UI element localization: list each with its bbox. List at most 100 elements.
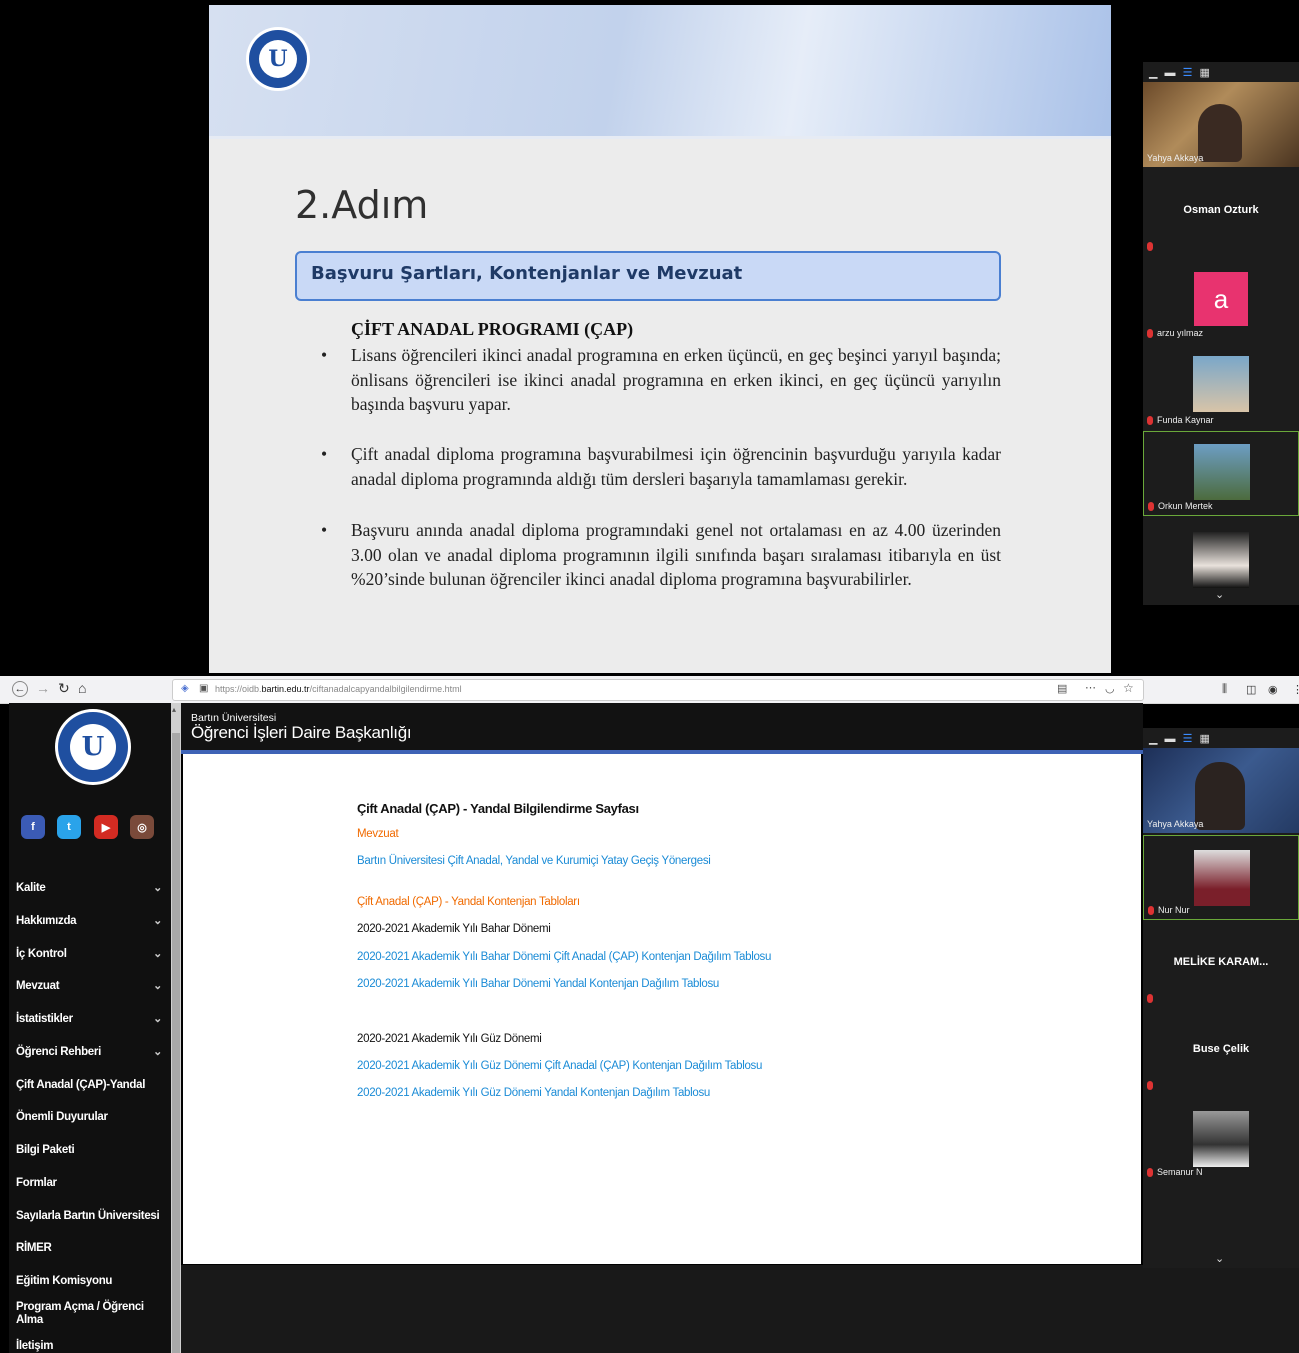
menu-icon[interactable]: ⋮ <box>1292 683 1299 696</box>
header-department-name: Öğrenci İşleri Daire Başkanlığı <box>191 723 412 742</box>
address-bar[interactable]: ◈ ▣ https://oidb.bartin.edu.tr/ciftanada… <box>172 679 1144 701</box>
slide-box-heading-text: Başvuru Şartları, Kontenjanlar ve Mevzua… <box>311 263 743 284</box>
speaker-view-icon[interactable]: ☰ <box>1183 67 1193 79</box>
page-footer-band <box>181 1265 1299 1353</box>
participant-tile[interactable]: Funda Kaynar <box>1143 344 1299 429</box>
site-logo[interactable]: U <box>55 709 131 785</box>
instagram-icon[interactable]: ◎ <box>130 815 154 839</box>
bahar-cap-link[interactable]: 2020-2021 Akademik Yılı Bahar Dönemi Çif… <box>357 951 771 963</box>
participant-name-row: Funda Kaynar <box>1147 415 1214 425</box>
participant-name: Yahya Akkaya <box>1147 819 1204 829</box>
guz-yandal-link[interactable]: 2020-2021 Akademik Yılı Güz Dönemi Yanda… <box>357 1087 710 1099</box>
participant-name: Orkun Mertek <box>1158 500 1213 511</box>
menu-item-ic-kontrol[interactable]: İç Kontrol ⌄ <box>16 948 166 960</box>
chevron-down-icon: ⌄ <box>153 980 162 992</box>
url-text: https://oidb.bartin.edu.tr/ciftanadalcap… <box>215 684 462 694</box>
view-toolbar: ▁ ▬ ☰ ▦ <box>1149 66 1210 79</box>
url-prefix: https://oidb. <box>215 684 262 694</box>
scroll-down-chevron-icon[interactable]: ⌄ <box>1215 1252 1224 1265</box>
menu-item-istatistikler[interactable]: İstatistikler ⌄ <box>16 1013 166 1025</box>
home-icon[interactable]: ⌂ <box>78 680 86 696</box>
menu-item-rimer[interactable]: RİMER <box>16 1242 166 1254</box>
participant-tile[interactable]: a arzu yılmaz <box>1143 257 1299 342</box>
participant-video <box>1193 356 1249 412</box>
menu-item-label: Kalite <box>16 882 46 894</box>
participant-name: Osman Ozturk <box>1183 204 1259 216</box>
page-actions-icon[interactable]: ⋯ <box>1085 681 1096 694</box>
menu-item-label: Program Açma / Öğrenci Alma <box>16 1301 144 1326</box>
back-arrow-icon[interactable]: ← <box>12 681 28 697</box>
participant-mic-status <box>1147 241 1157 251</box>
guz-cap-link[interactable]: 2020-2021 Akademik Yılı Güz Dönemi Çift … <box>357 1060 762 1072</box>
scroll-down-chevron-icon[interactable]: ⌄ <box>1215 588 1224 601</box>
minimize-icon[interactable]: ▁ <box>1149 733 1157 745</box>
menu-item-duyurular[interactable]: Önemli Duyurular <box>16 1111 166 1123</box>
bahar-yandal-link[interactable]: 2020-2021 Akademik Yılı Bahar Dönemi Yan… <box>357 978 719 990</box>
menu-item-egitim-komisyonu[interactable]: Eğitim Komisyonu <box>16 1275 166 1287</box>
menu-item-label: İç Kontrol <box>16 948 67 960</box>
menu-item-sayilarla[interactable]: Sayılarla Bartın Üniversitesi <box>16 1210 166 1222</box>
participant-tile[interactable]: Yahya Akkaya <box>1143 82 1299 167</box>
yonerge-link[interactable]: Bartın Üniversitesi Çift Anadal, Yandal … <box>357 855 711 867</box>
scrollbar-thumb[interactable] <box>172 733 180 1353</box>
menu-item-hakkimizda[interactable]: Hakkımızda ⌄ <box>16 915 166 927</box>
menu-item-iletisim[interactable]: İletişim <box>16 1340 166 1352</box>
browser-toolbar: ← → ↻ ⌂ ◈ ▣ https://oidb.bartin.edu.tr/c… <box>0 676 1299 704</box>
menu-item-bilgi-paketi[interactable]: Bilgi Paketi <box>16 1144 166 1156</box>
library-icon[interactable]: ⫼ <box>1222 683 1227 696</box>
sidebar-scrollbar[interactable]: ▴ <box>171 703 181 1353</box>
youtube-icon[interactable]: ▶ <box>94 815 118 839</box>
menu-item-label: İletişim <box>16 1340 54 1352</box>
facebook-icon[interactable]: f <box>21 815 45 839</box>
participant-tile[interactable]: Yahya Akkaya <box>1143 748 1299 833</box>
speaker-view-icon[interactable]: ☰ <box>1183 733 1193 745</box>
participant-tile-active[interactable]: Nur Nur <box>1143 835 1299 920</box>
bullet-dot-icon: • <box>321 345 328 365</box>
muted-mic-icon <box>1147 329 1153 338</box>
muted-mic-icon <box>1147 994 1153 1003</box>
muted-mic-icon <box>1147 242 1153 251</box>
menu-item-ogrenci-rehberi[interactable]: Öğrenci Rehberi ⌄ <box>16 1046 166 1058</box>
menu-item-mevzuat[interactable]: Mevzuat ⌄ <box>16 980 166 992</box>
stop-video-icon[interactable]: ▬ <box>1165 67 1176 79</box>
menu-item-label: İstatistikler <box>16 1013 73 1025</box>
participants-panel: ▁ ▬ ☰ ▦ Yahya Akkaya Nur Nur MELİKE KARA… <box>1143 728 1299 1268</box>
reload-icon[interactable]: ↻ <box>58 680 70 697</box>
kontenjan-heading: Çift Anadal (ÇAP) - Yandal Kontenjan Tab… <box>357 896 580 908</box>
participant-tile-active[interactable]: Orkun Mertek <box>1143 431 1299 516</box>
forward-arrow-icon[interactable]: → <box>36 680 50 696</box>
menu-item-label: Hakkımızda <box>16 915 77 927</box>
gallery-view-icon[interactable]: ▦ <box>1200 67 1210 79</box>
participant-tile[interactable]: Osman Ozturk <box>1143 170 1299 255</box>
tracking-shield-icon[interactable]: ◈ <box>181 683 189 694</box>
sidebar-toggle-icon[interactable]: ◫ <box>1246 683 1256 696</box>
menu-item-formlar[interactable]: Formlar <box>16 1177 166 1189</box>
menu-item-cap-yandal[interactable]: Çift Anadal (ÇAP)-Yandal <box>16 1079 166 1091</box>
mevzuat-heading: Mevzuat <box>357 828 399 840</box>
minimize-icon[interactable]: ▁ <box>1149 67 1157 79</box>
menu-item-program-acma[interactable]: Program Açma / Öğrenci Alma <box>16 1301 166 1327</box>
reader-view-icon[interactable]: ▤ <box>1057 682 1067 695</box>
participant-name: Yahya Akkaya <box>1147 153 1204 163</box>
chevron-down-icon: ⌄ <box>153 882 162 894</box>
scroll-up-icon[interactable]: ▴ <box>172 705 176 714</box>
menu-item-label: Öğrenci Rehberi <box>16 1046 101 1058</box>
twitter-icon[interactable]: t <box>57 815 81 839</box>
lock-icon[interactable]: ▣ <box>199 683 208 694</box>
participant-tile[interactable]: Semanur N <box>1143 1096 1299 1181</box>
gallery-view-icon[interactable]: ▦ <box>1200 733 1210 745</box>
participant-name-row: arzu yılmaz <box>1147 328 1203 338</box>
bookmark-star-icon[interactable]: ☆ <box>1123 681 1134 695</box>
site-sidebar: U f t ▶ ◎ Kalite ⌄ Hakkımızda ⌄ İç Kontrol… <box>9 703 171 1353</box>
menu-item-label: Formlar <box>16 1177 57 1189</box>
presentation-slide: U 2.Adım Başvuru Şartları, Kontenjanlar … <box>209 5 1111 673</box>
participant-video <box>1198 104 1242 162</box>
page-title: Çift Anadal (ÇAP) - Yandal Bilgilendirme… <box>357 801 639 816</box>
stop-video-icon[interactable]: ▬ <box>1165 733 1176 745</box>
participant-tile[interactable]: MELİKE KARAM... <box>1143 922 1299 1007</box>
menu-item-kalite[interactable]: Kalite ⌄ <box>16 882 166 894</box>
url-path: /ciftanadalcapyandalbilgilendirme.html <box>309 684 462 694</box>
pocket-icon[interactable]: ◡ <box>1105 682 1115 695</box>
participant-tile[interactable]: Buse Çelik <box>1143 1009 1299 1094</box>
account-icon[interactable]: ◉ <box>1268 683 1278 696</box>
